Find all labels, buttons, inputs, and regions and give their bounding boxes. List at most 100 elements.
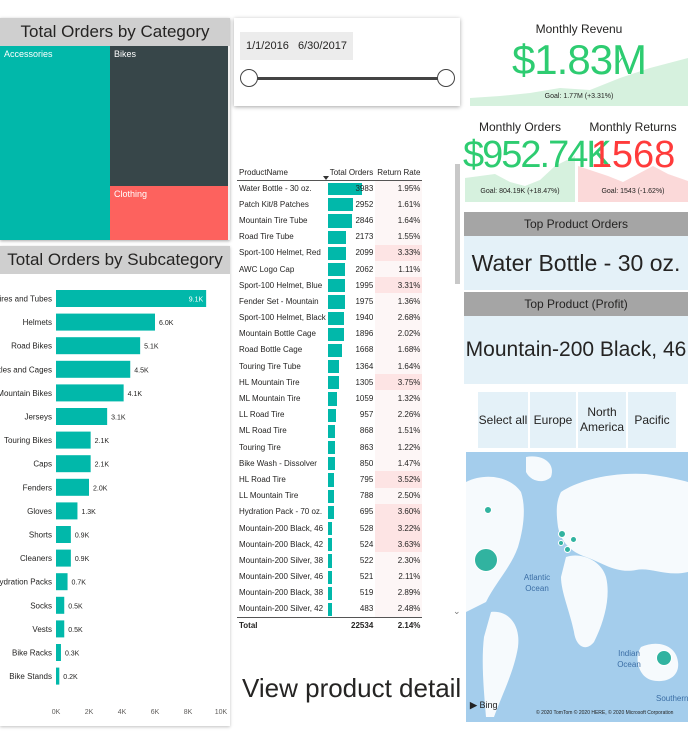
table-row[interactable]: Water Bottle - 30 oz. 3983 1.95%	[237, 180, 423, 197]
table-row[interactable]: Touring Tire Tube 1364 1.64%	[237, 358, 423, 375]
total-orders-cell: 483	[327, 601, 376, 617]
total-orders-value: 519	[359, 588, 374, 598]
table-row[interactable]: HL Road Tire 795 3.52%	[237, 471, 423, 488]
orders-map[interactable]: Atlantic Ocean Indian Ocean Southern ▶ B…	[466, 452, 688, 722]
bar-category-label: Tires and Tubes	[0, 295, 52, 304]
table-row[interactable]: Mountain-200 Black, 38 519 2.89%	[237, 584, 423, 601]
table-row[interactable]: Patch Kit/8 Patches 2952 1.61%	[237, 196, 423, 213]
table-row[interactable]: LL Mountain Tire 788 2.50%	[237, 487, 423, 504]
table-row[interactable]: Sport-100 Helmet, Blue 1995 3.31%	[237, 277, 423, 294]
total-orders-value: 1364	[355, 361, 374, 371]
table-row[interactable]: Mountain-200 Black, 42 524 3.63%	[237, 536, 423, 553]
table-row[interactable]: Mountain Tire Tube 2846 1.64%	[237, 212, 423, 229]
treemap-segment-accessories[interactable]: Accessories	[0, 46, 110, 240]
table-row[interactable]: Mountain-200 Silver, 38 522 2.30%	[237, 552, 423, 569]
map-bubble-europe-3[interactable]	[564, 546, 571, 553]
table-row[interactable]: Sport-100 Helmet, Red 2099 3.33%	[237, 244, 423, 261]
start-date-handle[interactable]	[240, 69, 258, 87]
total-orders: 22534	[327, 616, 376, 634]
return-rate-cell: 3.33%	[375, 244, 423, 261]
bar-data-label: 2.1K	[95, 438, 110, 445]
table-row[interactable]: Fender Set - Mountain 1975 1.36%	[237, 293, 423, 310]
region-option-europe[interactable]: Europe	[530, 392, 576, 448]
kpi-returns-value: 1568	[590, 134, 676, 176]
bar[interactable]	[56, 596, 65, 614]
bar-data-label: 0.7K	[72, 580, 87, 587]
bar[interactable]	[56, 549, 71, 567]
total-orders-cell: 528	[327, 520, 376, 536]
kpi-orders-title: Monthly Orders	[478, 120, 562, 134]
total-orders-value: 2846	[355, 215, 374, 225]
date-range-track[interactable]	[248, 77, 446, 80]
table-row[interactable]: HL Mountain Tire 1305 3.75%	[237, 374, 423, 391]
table-row[interactable]: Bike Wash - Dissolver 850 1.47%	[237, 455, 423, 472]
map-bubble-north-america-small[interactable]	[484, 506, 492, 514]
column-header-product-name[interactable]: ProductName	[237, 158, 328, 181]
total-orders-value: 1975	[355, 296, 374, 306]
table-row[interactable]: AWC Logo Cap 2062 1.11%	[237, 260, 423, 278]
table-scrollbar[interactable]	[455, 164, 460, 284]
bar[interactable]	[56, 431, 91, 449]
end-date-input[interactable]: 6/30/2017	[292, 32, 353, 60]
total-orders-cell: 524	[327, 536, 376, 552]
bar[interactable]	[56, 620, 65, 638]
scroll-down-icon[interactable]: ⌄	[453, 606, 461, 617]
end-date-handle[interactable]	[437, 69, 455, 87]
product-name-cell: Sport-100 Helmet, Blue	[239, 280, 323, 290]
column-header-total-orders[interactable]: Total Orders	[327, 158, 376, 181]
return-rate-cell: 3.22%	[375, 519, 423, 537]
return-rate-cell: 2.68%	[375, 309, 423, 326]
treemap-segment-bikes[interactable]: Bikes	[110, 46, 228, 186]
product-name-cell: ML Road Tire	[239, 426, 287, 436]
table-row[interactable]: Mountain-200 Silver, 46 521 2.11%	[237, 568, 423, 585]
bar[interactable]	[56, 384, 124, 402]
bar[interactable]	[56, 290, 207, 307]
table-row[interactable]: LL Road Tire 957 2.26%	[237, 406, 423, 423]
bar[interactable]	[56, 526, 71, 543]
map-bubble-europe-2[interactable]	[570, 536, 577, 543]
bar-category-label: Gloves	[27, 507, 52, 516]
map-bubble-australia[interactable]	[656, 650, 672, 666]
map-bubble-europe-4[interactable]	[558, 540, 564, 546]
table-row[interactable]: Mountain-200 Silver, 42 483 2.48%	[237, 600, 423, 618]
table-row[interactable]: Sport-100 Helmet, Black 1940 2.68%	[237, 309, 423, 326]
total-orders-value: 868	[359, 426, 374, 436]
total-orders-value: 2062	[355, 264, 374, 274]
return-rate-cell: 2.02%	[375, 325, 423, 342]
table-row[interactable]: Hydration Pack - 70 oz. 695 3.60%	[237, 503, 423, 520]
table-row[interactable]: ML Mountain Tire 1059 1.32%	[237, 390, 423, 407]
table-row[interactable]: Road Bottle Cage 1668 1.68%	[237, 341, 423, 359]
table-row[interactable]: Touring Tire 863 1.22%	[237, 439, 423, 456]
bar[interactable]	[56, 360, 131, 378]
map-bubble-north-america-large[interactable]	[474, 548, 498, 572]
bar[interactable]	[56, 502, 78, 520]
region-option-north-america[interactable]: North America	[578, 392, 626, 448]
bar[interactable]	[56, 337, 141, 355]
region-option-select-all[interactable]: Select all	[478, 392, 528, 448]
table-row[interactable]: Road Tire Tube 2173 1.55%	[237, 228, 423, 245]
region-option-pacific[interactable]: Pacific	[628, 392, 676, 448]
bar[interactable]	[56, 667, 60, 685]
total-orders-value: 2952	[355, 199, 374, 209]
treemap-segment-clothing[interactable]: Clothing	[110, 186, 228, 240]
bar[interactable]	[56, 455, 91, 473]
bar-category-label: Cleaners	[20, 554, 52, 563]
bar[interactable]	[56, 408, 108, 425]
bar[interactable]	[56, 313, 155, 331]
product-name-cell: Patch Kit/8 Patches	[239, 199, 309, 209]
map-bubble-europe-1[interactable]	[558, 530, 566, 538]
view-product-detail-button[interactable]: View product detail i	[242, 668, 490, 708]
bar[interactable]	[56, 644, 61, 661]
subcategory-chart: Total Orders by Subcategory Tires and Tu…	[0, 246, 230, 726]
sort-descending-icon	[323, 176, 329, 180]
column-header-return-rate[interactable]: Return Rate	[375, 158, 423, 181]
table-row[interactable]: Mountain-200 Black, 46 528 3.22%	[237, 519, 423, 537]
return-rate-cell: 2.11%	[375, 568, 423, 585]
bar-category-label: Shorts	[29, 531, 52, 540]
start-date-input[interactable]: 1/1/2016	[240, 32, 295, 60]
table-row[interactable]: Mountain Bottle Cage 1896 2.02%	[237, 325, 423, 342]
table-row[interactable]: ML Road Tire 868 1.51%	[237, 422, 423, 439]
bar[interactable]	[56, 478, 89, 496]
total-orders-value: 1995	[355, 280, 374, 290]
bar[interactable]	[56, 573, 68, 591]
